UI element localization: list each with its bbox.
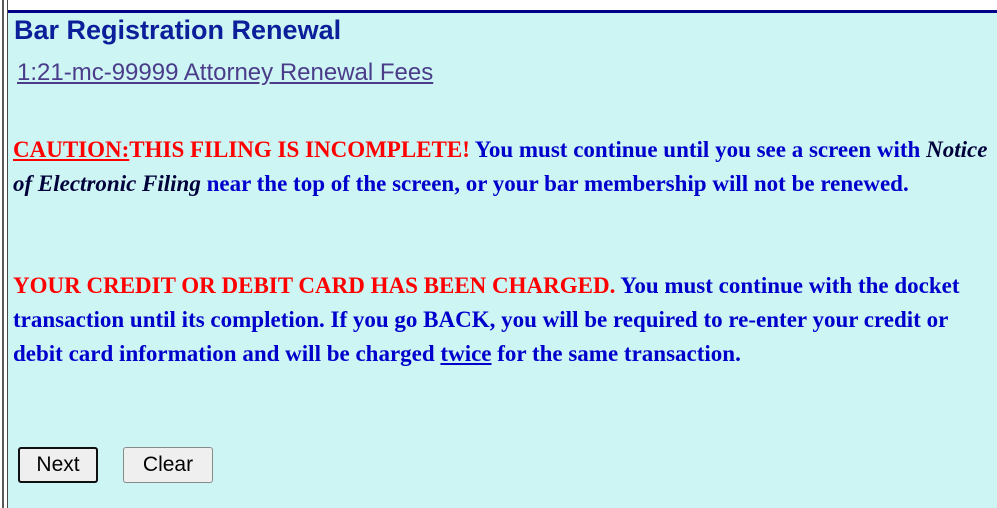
caution-headline: THIS FILING IS INCOMPLETE!: [129, 137, 470, 162]
renewal-panel: Bar Registration Renewal 1:21-mc-99999 A…: [8, 10, 997, 508]
charge-headline: YOUR CREDIT OR DEBIT CARD HAS BEEN CHARG…: [13, 273, 616, 298]
charge-warning-message: YOUR CREDIT OR DEBIT CARD HAS BEEN CHARG…: [13, 269, 988, 371]
caution-label: CAUTION:: [13, 137, 130, 162]
clear-button[interactable]: Clear: [123, 447, 213, 483]
twice-link[interactable]: twice: [440, 341, 491, 366]
browser-frame: Bar Registration Renewal 1:21-mc-99999 A…: [0, 0, 997, 508]
caution-text-after: near the top of the screen, or your bar …: [200, 171, 909, 196]
next-button[interactable]: Next: [18, 447, 98, 483]
page-title: Bar Registration Renewal: [14, 15, 342, 45]
case-link[interactable]: 1:21-mc-99999 Attorney Renewal Fees: [17, 59, 433, 87]
charge-text-after: for the same transaction.: [491, 341, 741, 366]
caution-text-before: You must continue until you see a screen…: [469, 137, 927, 162]
caution-message: CAUTION:THIS FILING IS INCOMPLETE! You m…: [13, 133, 988, 201]
left-border: [0, 0, 8, 508]
